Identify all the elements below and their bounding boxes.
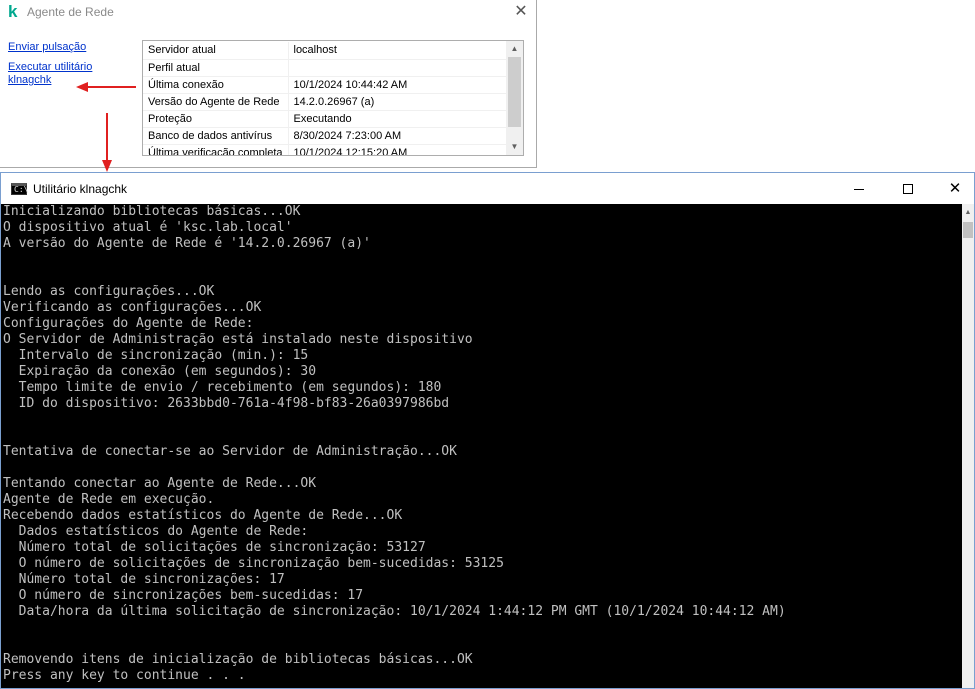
console-line: Número total de sincronizações: 17: [3, 572, 285, 587]
kaspersky-logo-icon: k: [8, 2, 18, 21]
minimize-icon: [854, 188, 864, 190]
property-value: localhost: [288, 42, 507, 60]
property-row[interactable]: Servidor atual localhost: [143, 42, 507, 60]
console-line: Intervalo de sincronização (min.): 15: [3, 348, 309, 363]
console-line: Expiração da conexão (em segundos): 30: [3, 364, 317, 379]
command-prompt-icon: C:\: [11, 183, 28, 195]
property-row[interactable]: Última conexão 10/1/2024 10:44:42 AM: [143, 76, 507, 94]
scroll-up-icon[interactable]: ▲: [962, 206, 974, 220]
property-key: Versão do Agente de Rede: [143, 93, 289, 111]
console-line: Dados estatísticos do Agente de Rede:: [3, 524, 309, 539]
console-line: Tentando conectar ao Agente de Rede...OK: [3, 476, 317, 491]
scroll-up-icon[interactable]: ▲: [506, 42, 523, 56]
console-line: ID do dispositivo: 2633bbd0-761a-4f98-bf…: [3, 396, 450, 411]
property-row[interactable]: Versão do Agente de Rede 14.2.0.26967 (a): [143, 93, 507, 111]
property-row[interactable]: Proteção Executando: [143, 110, 507, 128]
run-klnagchk-link[interactable]: Executar utilitário klnagchk: [8, 61, 108, 87]
send-pulse-link[interactable]: Enviar pulsação: [8, 41, 86, 54]
property-key: Última verificação completa: [143, 144, 289, 155]
maximize-button[interactable]: [885, 173, 931, 204]
property-value: [288, 59, 507, 77]
console-line: Configurações do Agente de Rede:: [3, 316, 254, 331]
console-output[interactable]: Inicializando bibliotecas básicas...OK O …: [1, 204, 962, 688]
console-line: Agente de Rede em execução.: [3, 492, 215, 507]
agent-close-button[interactable]: ✕: [512, 3, 530, 21]
console-line: Removendo itens de inicialização de bibl…: [3, 652, 473, 667]
property-key: Perfil atual: [143, 59, 289, 77]
console-line: Inicializando bibliotecas básicas...OK: [3, 204, 301, 219]
property-value: 10/1/2024 12:15:20 AM: [288, 144, 507, 155]
maximize-icon: [903, 184, 913, 195]
network-agent-window: k Agente de Rede ✕ Enviar pulsação Execu…: [0, 0, 537, 168]
property-key: Última conexão: [143, 76, 289, 94]
console-line: Número total de solicitações de sincroni…: [3, 540, 426, 555]
console-line: Recebendo dados estatísticos do Agente d…: [3, 508, 403, 523]
property-row[interactable]: Última verificação completa 10/1/2024 12:…: [143, 144, 507, 155]
console-scrollbar[interactable]: ▲: [962, 204, 974, 688]
properties-list: Servidor atual localhost Perfil atual Últim…: [142, 40, 524, 156]
property-key: Banco de dados antivírus: [143, 127, 289, 145]
property-row[interactable]: Perfil atual: [143, 59, 507, 77]
console-line: O dispositivo atual é 'ksc.lab.local': [3, 220, 293, 235]
klnagchk-console-window: C:\ Utilitário klnagchk ✕ Inicializando …: [0, 172, 975, 689]
property-key: Proteção: [143, 110, 289, 128]
console-line: O número de solicitações de sincronizaçã…: [3, 556, 504, 571]
console-line: O Servidor de Administração está instala…: [3, 332, 473, 347]
scroll-thumb[interactable]: [963, 222, 973, 238]
agent-window-title: Agente de Rede: [27, 5, 114, 19]
console-window-title: Utilitário klnagchk: [33, 182, 128, 196]
console-line: O número de sincronizações bem-sucedidas…: [3, 588, 364, 603]
scroll-thumb[interactable]: [508, 57, 521, 127]
console-titlebar: C:\ Utilitário klnagchk ✕: [1, 173, 974, 204]
property-value: 14.2.0.26967 (a): [288, 93, 507, 111]
property-row[interactable]: Banco de dados antivírus 8/30/2024 7:23:0…: [143, 127, 507, 145]
console-line: Tentativa de conectar-se ao Servidor de …: [3, 444, 457, 459]
property-value: Executando: [288, 110, 507, 128]
scroll-down-icon[interactable]: ▼: [506, 140, 523, 154]
properties-scrollbar[interactable]: ▲ ▼: [506, 41, 523, 155]
console-close-button[interactable]: ✕: [932, 173, 975, 204]
console-line: Data/hora da última solicitação de sincr…: [3, 604, 786, 619]
console-line: Press any key to continue . . .: [3, 668, 246, 683]
agent-titlebar: k Agente de Rede ✕: [0, 0, 537, 24]
property-value: 10/1/2024 10:44:42 AM: [288, 76, 507, 94]
console-line: A versão do Agente de Rede é '14.2.0.269…: [3, 236, 371, 251]
minimize-button[interactable]: [836, 173, 882, 204]
property-key: Servidor atual: [143, 42, 289, 60]
console-line: Verificando as configurações...OK: [3, 300, 262, 315]
console-line: Tempo limite de envio / recebimento (em …: [3, 380, 442, 395]
console-line: Lendo as configurações...OK: [3, 284, 215, 299]
properties-table: Servidor atual localhost Perfil atual Últim…: [143, 42, 507, 155]
property-value: 8/30/2024 7:23:00 AM: [288, 127, 507, 145]
